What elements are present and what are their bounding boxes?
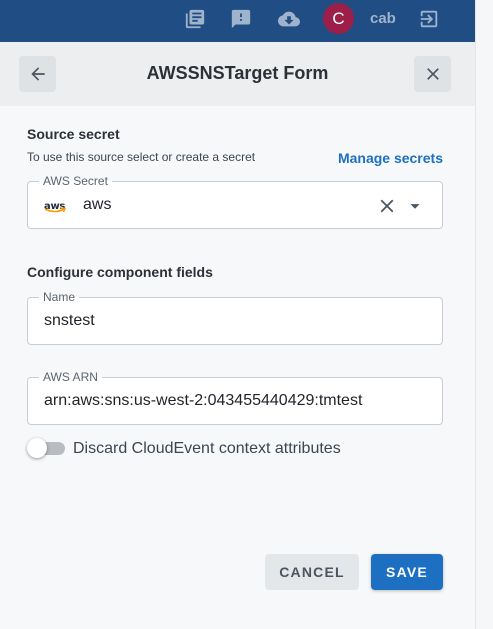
dropdown-arrow-icon[interactable] xyxy=(404,195,426,217)
aws-secret-select[interactable]: AWS Secret aws aws xyxy=(27,174,443,229)
name-input[interactable] xyxy=(44,312,404,330)
form-header: AWSSNSTarget Form xyxy=(0,42,475,106)
form-panel: AWSSNSTarget Form Source secret To use t… xyxy=(0,42,475,629)
aws-arn-label: AWS ARN xyxy=(39,370,102,384)
aws-secret-label: AWS Secret xyxy=(39,174,112,188)
logout-icon[interactable] xyxy=(416,6,442,32)
save-button[interactable]: SAVE xyxy=(371,554,443,590)
close-icon xyxy=(426,68,439,80)
feedback-icon[interactable] xyxy=(228,6,254,32)
avatar[interactable]: C xyxy=(323,3,354,34)
cancel-button[interactable]: CANCEL xyxy=(265,554,359,590)
top-bar: C cab xyxy=(0,0,475,42)
discard-attributes-toggle[interactable] xyxy=(27,438,67,458)
name-field[interactable]: Name xyxy=(27,290,443,345)
form-title: AWSSNSTarget Form xyxy=(146,63,329,83)
aws-arn-input[interactable] xyxy=(44,392,404,410)
clear-selection-icon[interactable] xyxy=(376,195,398,217)
aws-secret-value: aws xyxy=(83,196,112,213)
manage-secrets-link[interactable]: Manage secrets xyxy=(338,150,443,166)
download-icon[interactable] xyxy=(276,6,302,32)
name-label: Name xyxy=(39,290,80,304)
discard-attributes-label: Discard CloudEvent context attributes xyxy=(73,440,341,457)
close-button[interactable] xyxy=(414,56,451,92)
aws-arn-field[interactable]: AWS ARN xyxy=(27,370,443,425)
aws-logo-icon: aws xyxy=(44,196,68,214)
username: cab xyxy=(370,10,396,27)
component-fields-title: Configure component fields xyxy=(27,264,213,280)
toggle-thumb xyxy=(27,438,47,458)
scrollbar[interactable] xyxy=(475,0,493,629)
source-secret-title: Source secret xyxy=(27,126,120,142)
docs-icon[interactable] xyxy=(182,6,208,32)
avatar-initial: C xyxy=(332,8,345,28)
source-secret-helper: To use this source select or create a se… xyxy=(27,150,256,164)
